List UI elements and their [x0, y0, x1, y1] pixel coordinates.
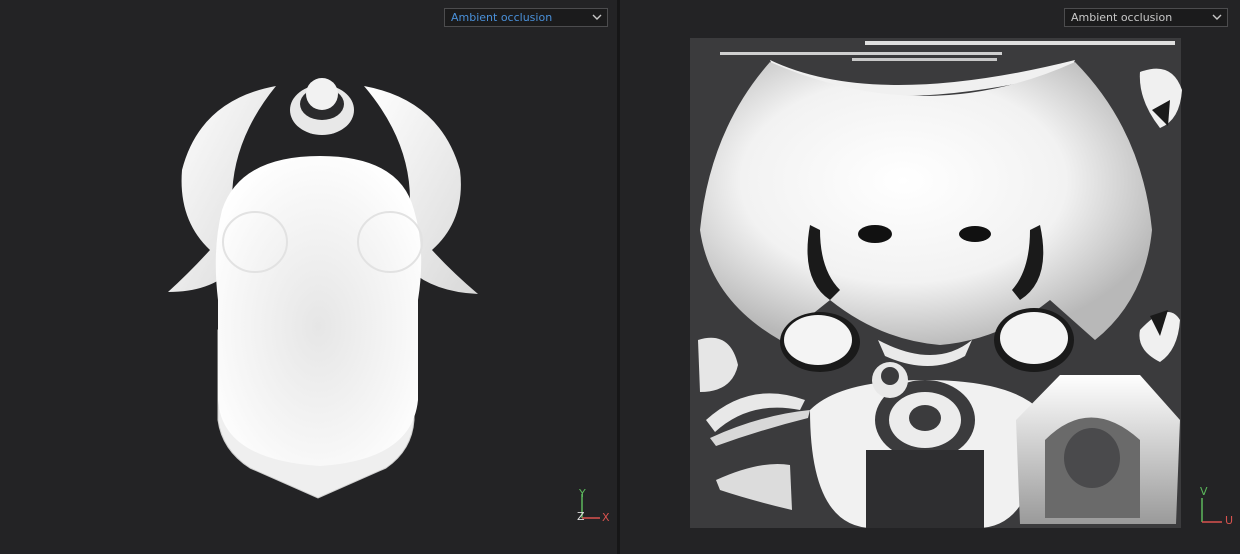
viewport-3d[interactable]: Ambient occlusion Y Z X — [0, 0, 617, 554]
model-render — [168, 78, 478, 499]
axis-x-label: X — [602, 511, 610, 524]
uv-island-head — [700, 62, 1152, 345]
axis-u-label: U — [1225, 514, 1234, 527]
axis-z-label: Z — [577, 510, 585, 523]
chevron-down-icon — [592, 14, 602, 20]
channel-select-2d[interactable]: Ambient occlusion — [1064, 8, 1228, 27]
crown-orb — [306, 78, 338, 110]
head-body — [215, 156, 422, 466]
viewport-2d[interactable]: Ambient occlusion V U — [620, 0, 1240, 554]
channel-select-value: Ambient occlusion — [451, 11, 553, 24]
chevron-down-icon — [1212, 14, 1222, 20]
channel-select-3d[interactable]: Ambient occlusion — [444, 8, 608, 27]
axis-y-label: Y — [579, 487, 586, 500]
axis-v-label: V — [1200, 485, 1208, 498]
uv-texture-render — [690, 38, 1182, 529]
channel-select-value: Ambient occlusion — [1071, 11, 1173, 24]
